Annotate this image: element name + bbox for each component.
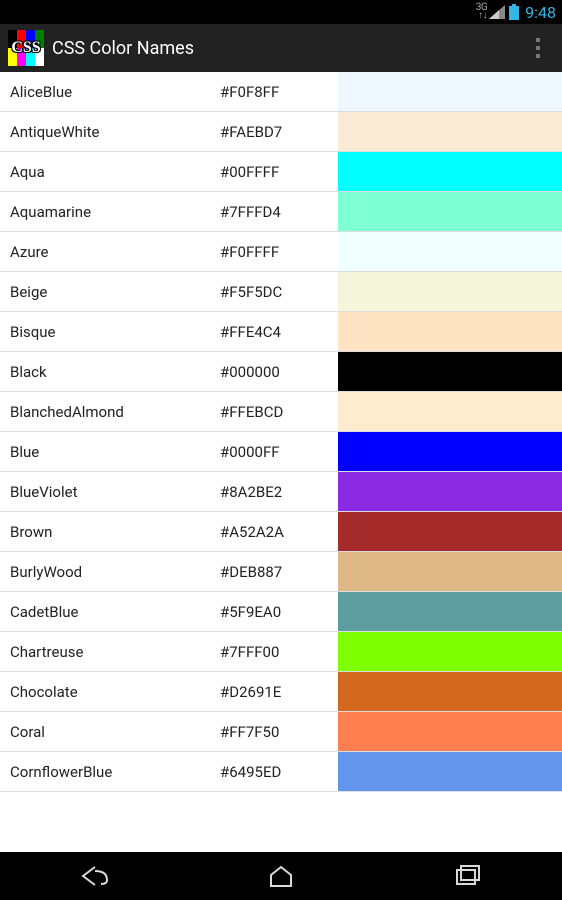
app-icon: CSS — [8, 30, 44, 66]
color-name: Chocolate — [0, 683, 220, 701]
color-hex: #000000 — [220, 363, 338, 381]
color-row[interactable]: CornflowerBlue#6495ED — [0, 752, 562, 792]
color-row[interactable]: Chartreuse#7FFF00 — [0, 632, 562, 672]
color-name: Azure — [0, 243, 220, 261]
color-row[interactable]: AliceBlue#F0F8FF — [0, 72, 562, 112]
color-swatch — [338, 112, 562, 151]
signal-icon — [489, 5, 505, 19]
color-swatch — [338, 512, 562, 551]
action-bar: CSS CSS Color Names — [0, 24, 562, 72]
color-hex: #7FFFD4 — [220, 203, 338, 221]
color-swatch — [338, 72, 562, 111]
color-swatch — [338, 272, 562, 311]
battery-icon — [509, 4, 519, 20]
color-hex: #FFE4C4 — [220, 323, 338, 341]
overflow-menu-button[interactable] — [522, 36, 554, 60]
color-hex: #FAEBD7 — [220, 123, 338, 141]
color-name: Blue — [0, 443, 220, 461]
color-hex: #7FFF00 — [220, 643, 338, 661]
back-icon — [77, 864, 111, 888]
color-name: BurlyWood — [0, 563, 220, 581]
color-name: Bisque — [0, 323, 220, 341]
color-hex: #8A2BE2 — [220, 483, 338, 501]
color-row[interactable]: BlueViolet#8A2BE2 — [0, 472, 562, 512]
color-swatch — [338, 432, 562, 471]
color-swatch — [338, 352, 562, 391]
color-row[interactable]: Coral#FF7F50 — [0, 712, 562, 752]
color-hex: #D2691E — [220, 683, 338, 701]
color-hex: #FF7F50 — [220, 723, 338, 741]
color-hex: #0000FF — [220, 443, 338, 461]
color-name: Beige — [0, 283, 220, 301]
color-name: Black — [0, 363, 220, 381]
color-swatch — [338, 152, 562, 191]
color-hex: #FFEBCD — [220, 403, 338, 421]
overflow-icon — [536, 36, 540, 60]
color-name: CornflowerBlue — [0, 763, 220, 781]
color-name: Brown — [0, 523, 220, 541]
color-swatch — [338, 712, 562, 751]
color-swatch — [338, 632, 562, 671]
color-row[interactable]: AntiqueWhite#FAEBD7 — [0, 112, 562, 152]
color-name: Aqua — [0, 163, 220, 181]
color-swatch — [338, 472, 562, 511]
color-hex: #A52A2A — [220, 523, 338, 541]
color-swatch — [338, 232, 562, 271]
color-swatch — [338, 312, 562, 351]
color-row[interactable]: BurlyWood#DEB887 — [0, 552, 562, 592]
color-hex: #F0FFFF — [220, 243, 338, 261]
color-name: Chartreuse — [0, 643, 220, 661]
color-swatch — [338, 672, 562, 711]
color-hex: #F0F8FF — [220, 83, 338, 101]
color-swatch — [338, 552, 562, 591]
color-row[interactable]: Bisque#FFE4C4 — [0, 312, 562, 352]
color-row[interactable]: Azure#F0FFFF — [0, 232, 562, 272]
color-row[interactable]: Beige#F5F5DC — [0, 272, 562, 312]
color-name: CadetBlue — [0, 603, 220, 621]
color-swatch — [338, 592, 562, 631]
home-icon — [268, 864, 294, 888]
recents-button[interactable] — [408, 852, 528, 900]
color-name: Aquamarine — [0, 203, 220, 221]
color-swatch — [338, 192, 562, 231]
color-row[interactable]: BlanchedAlmond#FFEBCD — [0, 392, 562, 432]
color-name: BlueViolet — [0, 483, 220, 501]
color-hex: #00FFFF — [220, 163, 338, 181]
color-swatch — [338, 752, 562, 791]
color-row[interactable]: Blue#0000FF — [0, 432, 562, 472]
color-name: AliceBlue — [0, 83, 220, 101]
color-name: BlanchedAlmond — [0, 403, 220, 421]
network-3g-label: 3G ↑↓ — [476, 4, 487, 20]
color-hex: #5F9EA0 — [220, 603, 338, 621]
status-clock: 9:48 — [525, 3, 556, 22]
color-name: Coral — [0, 723, 220, 741]
color-row[interactable]: Brown#A52A2A — [0, 512, 562, 552]
recents-icon — [454, 864, 482, 888]
color-row[interactable]: Black#000000 — [0, 352, 562, 392]
color-row[interactable]: CadetBlue#5F9EA0 — [0, 592, 562, 632]
color-row[interactable]: Chocolate#D2691E — [0, 672, 562, 712]
color-row[interactable]: Aquamarine#7FFFD4 — [0, 192, 562, 232]
navigation-bar — [0, 852, 562, 900]
color-hex: #F5F5DC — [220, 283, 338, 301]
color-list[interactable]: AliceBlue#F0F8FFAntiqueWhite#FAEBD7Aqua#… — [0, 72, 562, 852]
home-button[interactable] — [221, 852, 341, 900]
color-row[interactable]: Aqua#00FFFF — [0, 152, 562, 192]
back-button[interactable] — [34, 852, 154, 900]
color-hex: #6495ED — [220, 763, 338, 781]
status-bar: 3G ↑↓ 9:48 — [0, 0, 562, 24]
color-hex: #DEB887 — [220, 563, 338, 581]
color-swatch — [338, 392, 562, 431]
app-title: CSS Color Names — [52, 38, 514, 59]
color-name: AntiqueWhite — [0, 123, 220, 141]
